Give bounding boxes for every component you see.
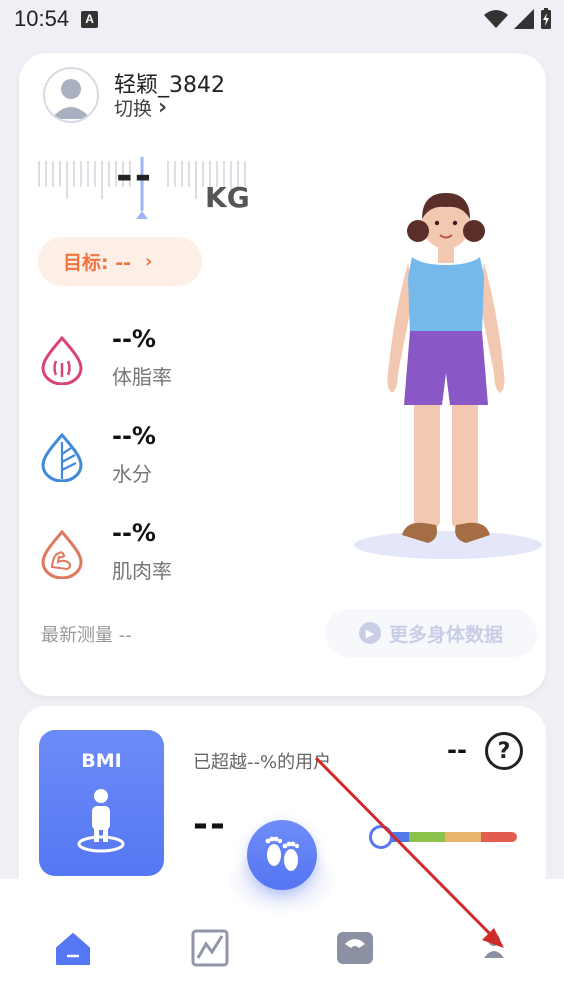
bmi-scale-knob bbox=[369, 825, 393, 849]
bmi-tile: BMI bbox=[39, 730, 164, 876]
metric-water[interactable]: --% 水分 bbox=[39, 422, 239, 492]
status-bar: 10:54 A bbox=[0, 0, 564, 38]
latest-measurement: 最新测量 -- bbox=[41, 625, 132, 646]
home-icon bbox=[56, 933, 90, 965]
metric-muscle[interactable]: --% 肌肉率 bbox=[39, 519, 239, 589]
avatar[interactable] bbox=[43, 67, 99, 123]
nav-scale[interactable] bbox=[335, 928, 375, 968]
play-icon: ▶ bbox=[358, 622, 381, 644]
fat-drop-icon bbox=[41, 335, 83, 385]
water-leaf-icon bbox=[41, 432, 83, 482]
signal-icon bbox=[514, 9, 534, 29]
bmi-value: -- bbox=[193, 804, 227, 845]
metric-label: 水分 bbox=[112, 462, 152, 486]
metric-value: --% bbox=[112, 422, 156, 450]
footprints-icon bbox=[265, 836, 300, 871]
status-time: 10:54 bbox=[14, 6, 70, 31]
trend-icon bbox=[191, 929, 229, 967]
metric-label: 体脂率 bbox=[112, 365, 172, 389]
status-icons bbox=[484, 8, 552, 30]
metric-body-fat[interactable]: --% 体脂率 bbox=[39, 325, 239, 395]
nav-profile[interactable] bbox=[478, 928, 518, 968]
metric-value: --% bbox=[112, 325, 156, 353]
profile-icon bbox=[484, 934, 504, 958]
metric-label: 肌肉率 bbox=[112, 559, 172, 583]
more-body-data-label: 更多身体数据 bbox=[388, 623, 503, 646]
bmi-level-value: -- bbox=[447, 736, 467, 764]
body-summary-card: 轻颖_3842 切换 › -- KG 目标: -- › --% 体脂率 --% … bbox=[19, 53, 546, 696]
switch-label: 切换 bbox=[114, 98, 153, 120]
scale-icon bbox=[337, 932, 373, 964]
bmi-scale-bar bbox=[373, 832, 517, 842]
wifi-icon bbox=[484, 10, 508, 28]
switch-user-button[interactable]: 切换 › bbox=[114, 94, 167, 121]
body-figure-illustration bbox=[354, 193, 542, 559]
weight-value: -- bbox=[116, 153, 154, 199]
notification-icon: A bbox=[81, 10, 99, 28]
bmi-surpass-text: 已超越--%的用户 bbox=[193, 752, 332, 773]
nav-home[interactable] bbox=[53, 928, 93, 968]
weight-unit: KG bbox=[205, 181, 250, 214]
bmi-title: BMI bbox=[81, 750, 122, 772]
metric-value: --% bbox=[112, 519, 156, 547]
help-icon[interactable]: ? bbox=[485, 732, 523, 770]
nav-trend[interactable] bbox=[190, 928, 230, 968]
muscle-drop-icon bbox=[41, 529, 83, 579]
person-standing-icon bbox=[77, 789, 125, 853]
more-body-data-button[interactable]: ▶ 更多身体数据 bbox=[325, 609, 537, 657]
goal-label: 目标: -- bbox=[63, 252, 131, 274]
measure-fab-button[interactable] bbox=[247, 820, 317, 890]
chevron-right-icon: › bbox=[158, 95, 168, 120]
battery-icon bbox=[541, 8, 551, 29]
goal-button[interactable]: 目标: -- › bbox=[38, 237, 202, 286]
chevron-right-icon: › bbox=[145, 251, 153, 272]
user-avatar-icon bbox=[51, 79, 91, 119]
